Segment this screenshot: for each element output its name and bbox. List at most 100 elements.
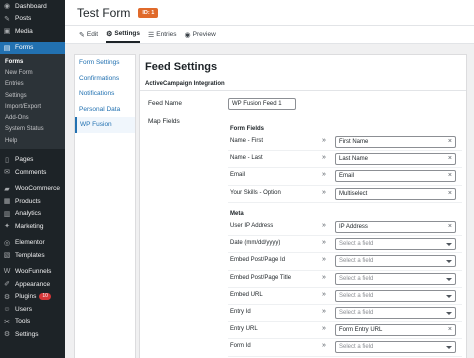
tools-icon: ✂	[4, 318, 10, 326]
field-select[interactable]: Form Entry URL ×	[335, 324, 456, 337]
sidebar-item-dashboard[interactable]: ◉ Dashboard	[0, 0, 65, 13]
chevron-down-icon	[446, 346, 452, 350]
sidebar-item-label: Settings	[15, 330, 39, 338]
field-label: Date (mm/dd/yyyy)	[230, 240, 281, 247]
field-label: User IP Address	[230, 223, 274, 229]
field-select[interactable]: Select a field	[335, 289, 456, 302]
chevron-down-icon	[446, 277, 452, 281]
submenu-item-add-ons[interactable]: Add-Ons	[0, 112, 65, 123]
field-map-row: Entry Id » Select a field	[228, 305, 462, 323]
marketing-icon: ✦	[4, 223, 10, 231]
sidebar-item-woocommerce[interactable]: ▰ WooCommerce	[0, 182, 65, 195]
section-heading: ActiveCampaign Integration	[140, 77, 466, 91]
sidebar-item-label: Analytics	[15, 210, 42, 218]
field-map-row: Embed URL » Select a field	[228, 288, 462, 305]
field-select-value: First Name	[339, 139, 369, 145]
clear-icon[interactable]: ×	[448, 138, 452, 145]
field-map-row: Name - First » First Name ×	[228, 134, 462, 152]
arrow-right-icon: »	[322, 239, 326, 247]
settings-nav-form-settings[interactable]: Form Settings	[75, 55, 135, 71]
field-select[interactable]: First Name ×	[335, 136, 456, 148]
arrow-right-icon: »	[322, 308, 326, 315]
submenu-item-system-status[interactable]: System Status	[0, 124, 65, 135]
plugins-icon: ⚙	[3, 293, 11, 301]
submenu-item-settings[interactable]: Settings	[0, 90, 65, 101]
field-label: Embed URL	[230, 291, 263, 298]
chevron-down-icon	[446, 294, 452, 298]
feed-name-label: Feed Name	[148, 100, 182, 107]
settings-nav-personal-data[interactable]: Personal Data	[75, 102, 135, 118]
submenu-item-entries[interactable]: Entries	[0, 79, 65, 90]
sidebar-item-label: Products	[15, 197, 41, 205]
clear-icon[interactable]: ×	[448, 172, 452, 179]
eye-icon: ◉	[184, 31, 191, 39]
settings-nav-wp-fusion[interactable]: WP Fusion	[75, 117, 135, 133]
field-map-row: Email » Email ×	[228, 168, 462, 186]
sidebar-item-label: Media	[15, 27, 33, 35]
clear-icon[interactable]: ×	[448, 326, 452, 333]
sidebar-item-comments[interactable]: ✉ Comments	[0, 166, 65, 179]
field-select[interactable]: Select a field	[335, 272, 456, 285]
sidebar-item-label: Plugins	[15, 293, 37, 301]
sidebar-item-label: WooFunnels	[15, 268, 52, 276]
sidebar-item-analytics[interactable]: ▥ Analytics	[0, 207, 65, 220]
field-select[interactable]: Last Name ×	[335, 153, 456, 166]
arrow-right-icon: »	[322, 273, 326, 281]
sidebar-item-plugins[interactable]: ⚙ Plugins 10	[0, 290, 65, 303]
appearance-icon: ✐	[4, 281, 10, 289]
submenu-item-help[interactable]: Help	[0, 135, 65, 146]
submenu-item-new-form[interactable]: New Form	[0, 67, 65, 78]
arrow-right-icon: »	[322, 188, 326, 196]
field-select[interactable]: IP Address ×	[335, 221, 456, 233]
submenu-item-import-export[interactable]: Import/Export	[0, 101, 65, 112]
field-select[interactable]: Select a field	[335, 255, 456, 268]
form-header: Test Form ID: 1	[65, 0, 474, 26]
sidebar-item-posts[interactable]: ✎ Posts	[0, 13, 65, 26]
sidebar-item-label: WooCommerce	[15, 185, 61, 193]
field-select[interactable]: Select a field	[335, 341, 456, 354]
field-select[interactable]: Email ×	[335, 170, 456, 183]
sidebar-item-users[interactable]: ☺ Users	[0, 303, 65, 316]
sidebar-item-forms[interactable]: ▤ Forms	[0, 41, 65, 54]
settings-nav-confirmations[interactable]: Confirmations	[75, 71, 135, 87]
tab-label: Settings	[114, 30, 141, 37]
sidebar-item-tools[interactable]: ✂ Tools	[0, 315, 65, 328]
sidebar-item-settings[interactable]: ⚙ Settings	[0, 328, 65, 341]
field-select[interactable]: Select a field	[335, 238, 456, 251]
sidebar-item-appearance[interactable]: ✐ Appearance	[0, 278, 65, 291]
sidebar-item-pages[interactable]: ▯ Pages	[0, 153, 65, 166]
field-select-value: Form Entry URL	[339, 327, 383, 334]
tab-preview[interactable]: ◉ Preview	[185, 26, 216, 43]
field-select[interactable]: Select a field	[335, 307, 456, 319]
field-select[interactable]: Multiselect ×	[335, 187, 456, 200]
tab-settings[interactable]: ⚙ Settings	[106, 26, 141, 43]
tab-entries[interactable]: ☰ Entries	[148, 26, 177, 43]
field-select-value: Select a field	[339, 344, 374, 351]
submenu-item-forms[interactable]: Forms	[0, 56, 65, 67]
dashboard-icon: ◉	[3, 3, 11, 11]
sidebar-item-products[interactable]: ▦ Products	[0, 195, 65, 208]
edit-icon: ✎	[79, 31, 85, 39]
clear-icon[interactable]: ×	[448, 190, 452, 197]
sidebar-item-marketing[interactable]: ✦ Marketing	[0, 220, 65, 233]
clear-icon[interactable]: ×	[448, 223, 452, 230]
field-map-row: User IP Address » IP Address ×	[228, 219, 462, 237]
sidebar-item-templates[interactable]: ▧ Templates	[0, 249, 65, 262]
sidebar-item-elementor[interactable]: ◎ Elementor	[0, 236, 65, 249]
form-tabs: ✎ Edit ⚙ Settings ☰ Entries ◉ Preview	[65, 26, 474, 44]
field-label: Email	[230, 172, 246, 179]
tab-label: Preview	[192, 31, 216, 38]
settings-icon: ⚙	[3, 331, 11, 339]
field-select-value: Select a field	[339, 292, 374, 299]
tab-label: Edit	[86, 31, 99, 38]
field-label: Your Skills - Option	[230, 189, 281, 196]
feed-name-input[interactable]: WP Fusion Feed 1	[228, 98, 296, 110]
woocommerce-icon: ▰	[4, 185, 10, 193]
settings-nav-notifications[interactable]: Notifications	[75, 86, 135, 102]
clear-icon[interactable]: ×	[448, 155, 452, 162]
tab-edit[interactable]: ✎ Edit	[79, 26, 98, 43]
sidebar-item-media[interactable]: ▣ Media	[0, 25, 65, 38]
sidebar-item-label: Forms	[15, 44, 34, 52]
field-label: Embed Post/Page Title	[230, 274, 292, 281]
sidebar-item-woofunnels[interactable]: W WooFunnels	[0, 265, 65, 278]
